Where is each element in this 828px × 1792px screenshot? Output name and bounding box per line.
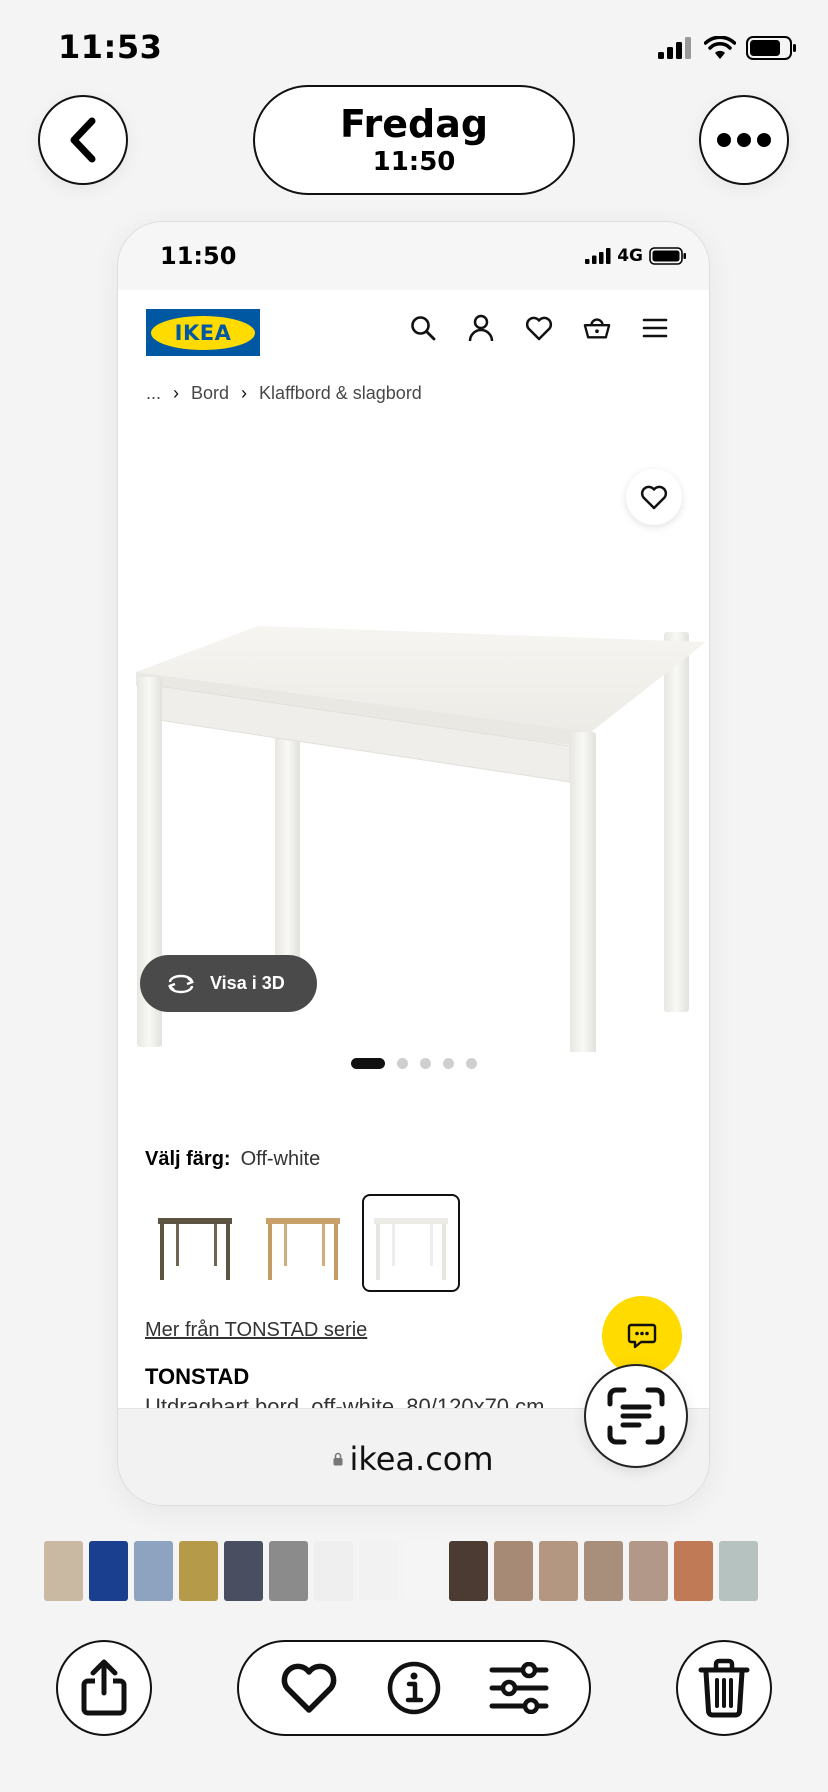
photo-thumbnail[interactable]: [449, 1541, 488, 1601]
photo-thumbnail[interactable]: [134, 1541, 173, 1601]
breadcrumb-ellipsis[interactable]: ...: [146, 383, 161, 404]
back-button[interactable]: [38, 95, 128, 185]
photo-date-title: Fredag 11:50: [253, 85, 575, 195]
chevron-left-icon: [70, 117, 96, 163]
photo-thumbnail[interactable]: [269, 1541, 308, 1601]
photo-thumbnail[interactable]: [674, 1541, 713, 1601]
table-thumbnail: [374, 1218, 448, 1280]
info-icon: [387, 1661, 441, 1715]
pagination-dot[interactable]: [397, 1058, 408, 1069]
menu-icon[interactable]: [641, 314, 669, 342]
info-button[interactable]: [382, 1656, 446, 1720]
photo-thumbnail[interactable]: [89, 1541, 128, 1601]
site-nav-icons: [409, 314, 669, 342]
battery-icon: [746, 36, 796, 60]
photo-thumbnail[interactable]: [629, 1541, 668, 1601]
swatch-off-white[interactable]: [362, 1194, 460, 1292]
cellular-signal-icon: [658, 37, 691, 59]
pagination-dot[interactable]: [420, 1058, 431, 1069]
user-icon[interactable]: [467, 314, 495, 342]
photo-time: 11:50: [372, 147, 456, 177]
live-text-button[interactable]: [584, 1364, 688, 1468]
photo-thumbnail[interactable]: [719, 1541, 758, 1601]
sliders-icon: [489, 1662, 549, 1714]
favorite-photo-button[interactable]: [277, 1656, 341, 1720]
battery-icon: [649, 247, 686, 265]
favorite-button[interactable]: [626, 469, 682, 525]
screenshot-status-icons: 4G: [585, 246, 687, 266]
ikea-logo[interactable]: IKEA: [146, 309, 260, 356]
color-label: Välj färg:: [145, 1148, 231, 1170]
heart-icon: [281, 1663, 337, 1713]
view-3d-button[interactable]: Visa i 3D: [140, 955, 317, 1012]
breadcrumb-bord[interactable]: Bord: [191, 383, 229, 404]
photo-thumbnail-strip: [44, 1541, 758, 1601]
swatch-dark-brown[interactable]: [146, 1194, 244, 1292]
photo-actions-toolbar: [237, 1640, 591, 1736]
photo-thumbnail[interactable]: [314, 1541, 353, 1601]
chevron-right-icon: ›: [173, 383, 180, 403]
screenshot-clock: 11:50: [160, 242, 237, 270]
url-text: ikea.com: [349, 1439, 494, 1478]
pagination-dot[interactable]: [466, 1058, 477, 1069]
photo-thumbnail[interactable]: [224, 1541, 263, 1601]
photo-thumbnail[interactable]: [539, 1541, 578, 1601]
wifi-icon: [704, 36, 736, 59]
adjust-button[interactable]: [487, 1656, 551, 1720]
table-thumbnail: [266, 1218, 340, 1280]
color-swatches: [146, 1194, 460, 1292]
pagination-dot[interactable]: [443, 1058, 454, 1069]
series-link[interactable]: Mer från TONSTAD serie: [145, 1319, 367, 1342]
breadcrumb-klaffbord[interactable]: Klaffbord & slagbord: [259, 383, 422, 404]
breadcrumb: ... › Bord › Klaffbord & slagbord: [146, 383, 422, 404]
trash-icon: [698, 1658, 750, 1718]
heart-icon[interactable]: [525, 314, 553, 342]
photo-thumbnail[interactable]: [179, 1541, 218, 1601]
os-clock: 11:53: [58, 28, 163, 66]
logo-text: IKEA: [174, 320, 232, 345]
image-pagination: [351, 1058, 477, 1069]
photo-screenshot[interactable]: 11:50 4G IKEA ... › Bord › Klaffbord & s…: [117, 221, 710, 1506]
swatch-oak[interactable]: [254, 1194, 352, 1292]
delete-button[interactable]: [676, 1640, 772, 1736]
search-icon[interactable]: [409, 314, 437, 342]
os-status-icons: [658, 36, 798, 60]
shopping-basket-icon[interactable]: [583, 314, 611, 342]
color-selector-label: Välj färg: Off-white: [145, 1148, 320, 1171]
heart-icon: [640, 485, 668, 510]
photo-thumbnail[interactable]: [359, 1541, 398, 1601]
table-thumbnail: [158, 1218, 232, 1280]
lock-icon: [333, 1452, 343, 1465]
photo-thumbnail[interactable]: [494, 1541, 533, 1601]
more-button[interactable]: [699, 95, 789, 185]
pagination-dot[interactable]: [351, 1058, 385, 1069]
chevron-right-icon: ›: [241, 383, 248, 403]
color-value: Off-white: [240, 1148, 321, 1170]
view-3d-label: Visa i 3D: [210, 973, 285, 993]
product-name: TONSTAD: [145, 1364, 250, 1389]
live-text-icon: [607, 1387, 665, 1445]
photo-day: Fredag: [339, 102, 489, 146]
chat-bubble-icon: [627, 1323, 657, 1349]
rotate-3d-icon: [168, 974, 194, 993]
share-button[interactable]: [56, 1640, 152, 1736]
photo-thumbnail[interactable]: [44, 1541, 83, 1601]
ellipsis-icon: [717, 133, 771, 147]
share-icon: [81, 1659, 127, 1716]
photo-thumbnail[interactable]: [404, 1541, 443, 1601]
screenshot-status-bar: 11:50 4G: [118, 222, 709, 290]
photo-thumbnail[interactable]: [584, 1541, 623, 1601]
cellular-signal-icon: [585, 248, 611, 264]
network-type: 4G: [617, 246, 643, 266]
